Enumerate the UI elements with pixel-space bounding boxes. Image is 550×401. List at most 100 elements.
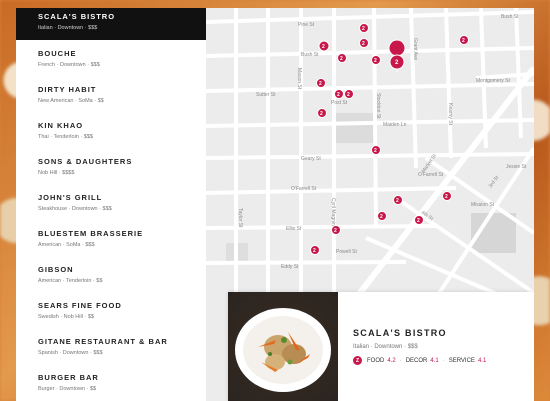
restaurant-meta: American · Tenderloin · $$: [38, 278, 103, 284]
street-label: Sutter St: [256, 92, 276, 98]
map-marker[interactable]: 2: [377, 211, 387, 221]
restaurant-meta: French · Downtown · $$$: [38, 62, 100, 68]
restaurant-name: GITANE RESTAURANT & BAR: [38, 337, 168, 346]
street-label: Stockton St: [375, 93, 381, 119]
decor-label: DECOR: [405, 357, 428, 364]
restaurant-meta: Thai · Tenderloin · $$$: [38, 134, 93, 140]
decor-score: 4.1: [430, 357, 439, 364]
street-label: Kearny St: [447, 103, 453, 126]
map-marker[interactable]: 2: [317, 108, 327, 118]
street-label: Post St: [331, 100, 348, 106]
restaurant-name: SCALA'S BISTRO: [38, 12, 116, 21]
separator: ·: [399, 357, 402, 364]
svg-text:2: 2: [362, 26, 365, 32]
restaurant-name: SONS & DAUGHTERS: [38, 157, 133, 166]
map-marker[interactable]: 2: [337, 53, 347, 63]
list-item[interactable]: SONS & DAUGHTERS Nob Hill · $$$$: [16, 153, 206, 185]
zagat-icon: Z: [353, 356, 362, 365]
map-marker[interactable]: 2: [359, 23, 369, 33]
list-item[interactable]: GITANE RESTAURANT & BAR Spanish · Downto…: [16, 333, 206, 365]
street-label: Mason St: [296, 68, 302, 90]
svg-text:2: 2: [322, 44, 325, 50]
svg-text:2: 2: [396, 198, 399, 204]
street-label: Eddy St: [281, 264, 299, 270]
street-label: Taylor St: [237, 208, 243, 228]
food-label: FOOD: [367, 357, 385, 364]
list-item[interactable]: BURGER BAR Burger · Downtown · $$: [16, 369, 206, 401]
map-marker[interactable]: 2: [310, 245, 320, 255]
restaurant-card[interactable]: SCALA'S BISTRO Italian · Downtown · $$$ …: [228, 292, 534, 401]
restaurant-name: GIBSON: [38, 265, 74, 274]
restaurant-name: JOHN'S GRILL: [38, 193, 103, 202]
map-marker[interactable]: 2: [334, 89, 344, 99]
map-marker[interactable]: 2: [359, 38, 369, 48]
street-label: O'Farrell St: [418, 172, 444, 178]
street-label: O'Farrell St: [291, 186, 317, 192]
dish-photo: [228, 292, 338, 401]
restaurant-meta: Nob Hill · $$$$: [38, 170, 75, 176]
list-item[interactable]: BOUCHE French · Downtown · $$$: [16, 45, 206, 77]
service-label: SERVICE: [448, 357, 475, 364]
restaurant-name: KIN KHAO: [38, 121, 84, 130]
list-item[interactable]: BLUESTEM BRASSERIE American · SoMa · $$$: [16, 225, 206, 257]
svg-text:2: 2: [374, 148, 377, 154]
restaurant-name: BURGER BAR: [38, 373, 99, 382]
street-label: Jessie St: [506, 164, 527, 170]
svg-text:2: 2: [320, 111, 323, 117]
restaurant-list: SCALA'S BISTRO Italian · Downtown · $$$ …: [16, 8, 206, 401]
street-label: Bush St: [501, 14, 519, 20]
street-label: Geary St: [301, 156, 321, 162]
restaurant-name: BOUCHE: [38, 49, 77, 58]
map-marker[interactable]: 2: [442, 191, 452, 201]
street-label: Bush St: [301, 52, 319, 58]
street-label: Montgomery St: [476, 78, 511, 84]
map-marker[interactable]: 2: [393, 195, 403, 205]
map-marker[interactable]: 2: [344, 89, 354, 99]
card-ratings: Z FOOD 4.2 · DECOR 4.1 · SERVICE 4.1: [353, 356, 486, 365]
map-marker[interactable]: 2: [331, 225, 341, 235]
svg-text:2: 2: [340, 56, 343, 62]
svg-text:2: 2: [417, 218, 420, 224]
street-label: Pine St: [298, 22, 315, 28]
street-label: Ellis St: [286, 226, 302, 232]
restaurant-name: SEARS FINE FOOD: [38, 301, 122, 310]
svg-text:2: 2: [374, 58, 377, 64]
street-label: Maiden Ln: [383, 122, 407, 128]
map-marker[interactable]: 2: [459, 35, 469, 45]
street-label: Powell St: [336, 249, 357, 255]
map-marker[interactable]: 2: [316, 78, 326, 88]
svg-text:2: 2: [313, 248, 316, 254]
restaurant-meta: American · SoMa · $$$: [38, 242, 95, 248]
svg-text:2: 2: [445, 194, 448, 200]
restaurant-name: DIRTY HABIT: [38, 85, 97, 94]
list-item[interactable]: JOHN'S GRILL Steakhouse · Downtown · $$$: [16, 189, 206, 221]
svg-text:2: 2: [347, 92, 350, 98]
svg-text:2: 2: [362, 41, 365, 47]
restaurant-meta: Burger · Downtown · $$: [38, 386, 97, 392]
street-label: Mission St: [471, 202, 495, 208]
map-marker[interactable]: 2: [414, 215, 424, 225]
map-marker[interactable]: 2: [371, 55, 381, 65]
svg-text:2: 2: [462, 38, 465, 44]
street-label: Grant Ave: [412, 38, 418, 60]
food-score: 4.2: [387, 357, 396, 364]
map-marker[interactable]: 2: [318, 40, 330, 52]
card-title: SCALA'S BISTRO: [353, 328, 447, 338]
separator: ·: [442, 357, 445, 364]
restaurant-meta: Swedish · Nob Hill · $$: [38, 314, 94, 320]
list-item[interactable]: SCALA'S BISTRO Italian · Downtown · $$$: [16, 8, 206, 40]
svg-text:2: 2: [334, 228, 337, 234]
restaurant-meta: Steakhouse · Downtown · $$$: [38, 206, 112, 212]
svg-text:2: 2: [337, 92, 340, 98]
restaurant-meta: Italian · Downtown · $$$: [38, 25, 98, 31]
svg-text:2: 2: [380, 214, 383, 220]
restaurant-name: BLUESTEM BRASSERIE: [38, 229, 144, 238]
list-item[interactable]: KIN KHAO Thai · Tenderloin · $$$: [16, 117, 206, 149]
list-item[interactable]: DIRTY HABIT New American · SoMa · $$: [16, 81, 206, 113]
restaurant-meta: New American · SoMa · $$: [38, 98, 104, 104]
list-item[interactable]: GIBSON American · Tenderloin · $$: [16, 261, 206, 293]
list-item[interactable]: SEARS FINE FOOD Swedish · Nob Hill · $$: [16, 297, 206, 329]
svg-text:2: 2: [319, 81, 322, 87]
restaurant-meta: Spanish · Downtown · $$$: [38, 350, 103, 356]
map-marker[interactable]: 2: [371, 145, 381, 155]
